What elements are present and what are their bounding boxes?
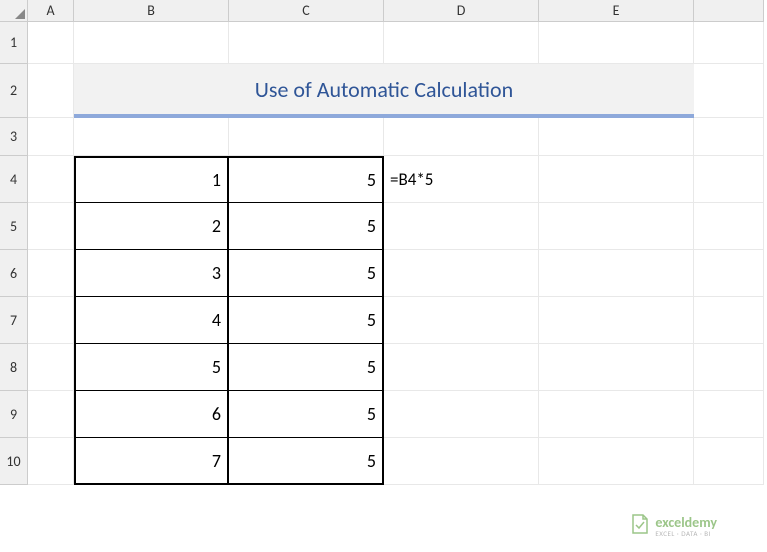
cell-a4[interactable] [28, 156, 74, 203]
title-cell[interactable]: Use of Automatic Calculation [74, 64, 694, 118]
row-header-9[interactable]: 9 [0, 391, 28, 438]
cell-e9[interactable] [539, 391, 694, 438]
col-header-e[interactable]: E [539, 0, 694, 22]
cell-c3[interactable] [229, 118, 384, 156]
row-header-1[interactable]: 1 [0, 22, 28, 64]
cell-f10[interactable] [694, 438, 764, 485]
cell-b3[interactable] [74, 118, 229, 156]
cell-f4[interactable] [694, 156, 764, 203]
watermark-name: exceldemy [655, 516, 717, 530]
spreadsheet-grid: A B C D E 1 2 Use of Automatic Calculati… [0, 0, 767, 485]
cell-c6[interactable]: 5 [229, 250, 384, 297]
cell-f5[interactable] [694, 203, 764, 250]
cell-a6[interactable] [28, 250, 74, 297]
row-header-10[interactable]: 10 [0, 438, 28, 485]
cell-b9[interactable]: 6 [74, 391, 229, 438]
cell-c4[interactable]: 5 [229, 156, 384, 203]
cell-d9[interactable] [384, 391, 539, 438]
cell-d8[interactable] [384, 344, 539, 391]
cell-d10[interactable] [384, 438, 539, 485]
col-header-d[interactable]: D [384, 0, 539, 22]
cell-b6[interactable]: 3 [74, 250, 229, 297]
cell-e6[interactable] [539, 250, 694, 297]
cell-e3[interactable] [539, 118, 694, 156]
cell-a10[interactable] [28, 438, 74, 485]
cell-b8[interactable]: 5 [74, 344, 229, 391]
cell-f6[interactable] [694, 250, 764, 297]
cell-c8[interactable]: 5 [229, 344, 384, 391]
cell-f2[interactable] [694, 64, 764, 118]
cell-e8[interactable] [539, 344, 694, 391]
cell-d6[interactable] [384, 250, 539, 297]
cell-a9[interactable] [28, 391, 74, 438]
col-header-f[interactable] [694, 0, 764, 22]
file-icon [631, 513, 649, 540]
cell-c7[interactable]: 5 [229, 297, 384, 344]
cell-b10[interactable]: 7 [74, 438, 229, 485]
cell-a5[interactable] [28, 203, 74, 250]
cell-b5[interactable]: 2 [74, 203, 229, 250]
cell-c1[interactable] [229, 22, 384, 64]
cell-c10[interactable]: 5 [229, 438, 384, 485]
cell-c5[interactable]: 5 [229, 203, 384, 250]
cell-a1[interactable] [28, 22, 74, 64]
cell-e4[interactable] [539, 156, 694, 203]
col-header-a[interactable]: A [28, 0, 74, 22]
row-header-2[interactable]: 2 [0, 64, 28, 118]
cell-f9[interactable] [694, 391, 764, 438]
cell-b7[interactable]: 4 [74, 297, 229, 344]
row-header-8[interactable]: 8 [0, 344, 28, 391]
row-header-3[interactable]: 3 [0, 118, 28, 156]
cell-b1[interactable] [74, 22, 229, 64]
cell-d5[interactable] [384, 203, 539, 250]
cell-b4[interactable]: 1 [74, 156, 229, 203]
row-header-6[interactable]: 6 [0, 250, 28, 297]
cell-a3[interactable] [28, 118, 74, 156]
cell-f7[interactable] [694, 297, 764, 344]
cell-e10[interactable] [539, 438, 694, 485]
cell-a8[interactable] [28, 344, 74, 391]
cell-f1[interactable] [694, 22, 764, 64]
cell-a2[interactable] [28, 64, 74, 118]
cell-d7[interactable] [384, 297, 539, 344]
row-header-5[interactable]: 5 [0, 203, 28, 250]
watermark-text: exceldemy EXCEL · DATA · BI [655, 516, 717, 537]
cell-f3[interactable] [694, 118, 764, 156]
row-header-4[interactable]: 4 [0, 156, 28, 203]
row-header-7[interactable]: 7 [0, 297, 28, 344]
cell-f8[interactable] [694, 344, 764, 391]
watermark: exceldemy EXCEL · DATA · BI [631, 513, 717, 540]
select-all-corner[interactable] [0, 0, 28, 22]
col-header-b[interactable]: B [74, 0, 229, 22]
cell-e5[interactable] [539, 203, 694, 250]
cell-a7[interactable] [28, 297, 74, 344]
cell-c9[interactable]: 5 [229, 391, 384, 438]
col-header-c[interactable]: C [229, 0, 384, 22]
cell-d4-formula[interactable]: =B4*5 [384, 156, 539, 203]
cell-d1[interactable] [384, 22, 539, 64]
cell-d3[interactable] [384, 118, 539, 156]
watermark-tagline: EXCEL · DATA · BI [655, 530, 717, 537]
cell-e1[interactable] [539, 22, 694, 64]
cell-e7[interactable] [539, 297, 694, 344]
